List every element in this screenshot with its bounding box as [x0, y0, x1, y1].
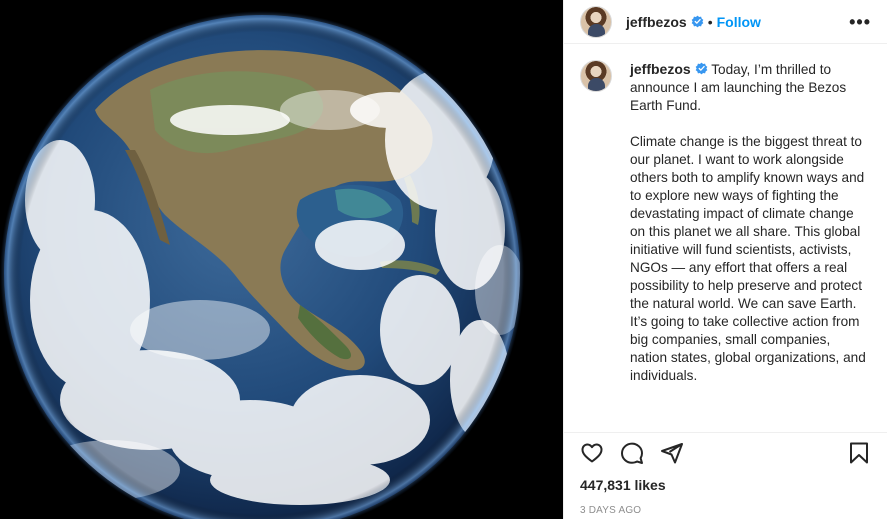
- caption-username[interactable]: jeffbezos: [630, 61, 691, 77]
- more-options-icon[interactable]: •••: [849, 13, 871, 31]
- share-button[interactable]: [660, 441, 684, 465]
- header-username[interactable]: jeffbezos: [626, 14, 687, 30]
- comment-button[interactable]: [620, 441, 644, 465]
- separator-dot: •: [707, 13, 713, 30]
- likes-count[interactable]: 447,831 likes: [564, 473, 887, 493]
- post-image[interactable]: [0, 0, 563, 519]
- caption-paragraph-2: Climate change is the biggest threat to …: [630, 134, 866, 383]
- like-button[interactable]: [580, 441, 604, 465]
- avatar[interactable]: [580, 5, 612, 38]
- earth-image: [0, 0, 563, 519]
- verified-badge-icon: [691, 15, 704, 28]
- caption-verified-badge-icon: [695, 62, 708, 75]
- send-icon: [661, 443, 683, 464]
- comments-section: jeffbezos Today, I’m thrilled to announc…: [564, 44, 887, 433]
- bookmark-icon: [850, 442, 868, 464]
- post-header: jeffbezos • Follow •••: [564, 0, 887, 44]
- caption: jeffbezos Today, I’m thrilled to announc…: [580, 60, 871, 403]
- action-bar: [564, 433, 887, 473]
- post-side-panel: jeffbezos • Follow ••• jeffbezos Today, …: [563, 0, 887, 519]
- caption-avatar[interactable]: [580, 60, 612, 92]
- caption-paragraph-1: jeffbezos Today, I’m thrilled to announc…: [630, 60, 871, 115]
- caption-text: jeffbezos Today, I’m thrilled to announc…: [630, 60, 871, 403]
- follow-button[interactable]: Follow: [717, 14, 761, 30]
- comment-icon: [621, 442, 643, 464]
- save-button[interactable]: [847, 441, 871, 465]
- post-timestamp[interactable]: 3 DAYS AGO: [564, 493, 887, 519]
- heart-icon: [581, 443, 603, 463]
- instagram-post: jeffbezos • Follow ••• jeffbezos Today, …: [0, 0, 887, 519]
